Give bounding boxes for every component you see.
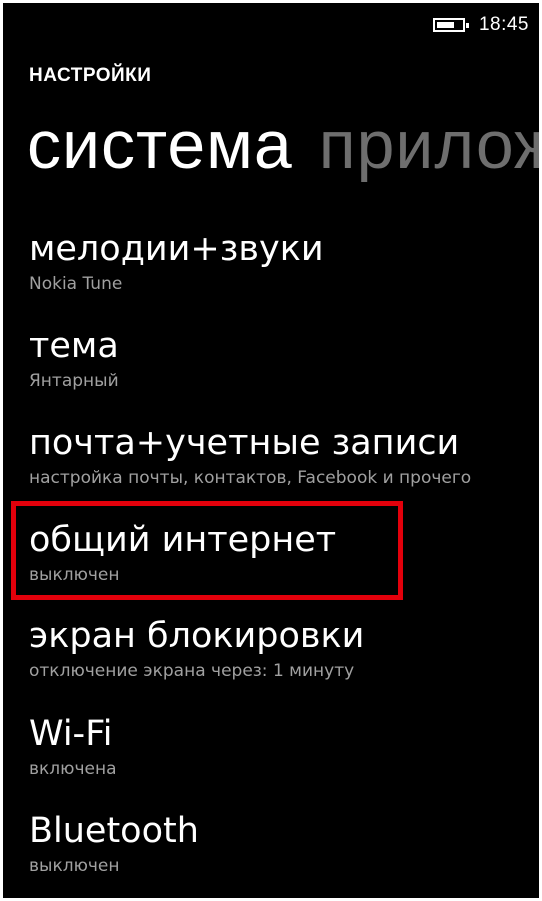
settings-item-ringtones-sounds[interactable]: мелодии+звуки Nokia Tune bbox=[29, 229, 539, 295]
settings-item-subtitle: выключен bbox=[29, 565, 120, 585]
pivot-item-applications[interactable]: прилож bbox=[319, 107, 539, 183]
settings-item-title: экран блокировки bbox=[29, 616, 365, 656]
settings-item-subtitle: настройка почты, контактов, Facebook и п… bbox=[29, 468, 472, 488]
settings-item-wifi[interactable]: Wi-Fi включена bbox=[29, 714, 539, 780]
settings-item-email-accounts[interactable]: почта+учетные записи настройка почты, ко… bbox=[29, 423, 539, 489]
battery-icon bbox=[432, 18, 469, 32]
battery-fill bbox=[436, 22, 454, 28]
settings-item-subtitle: отключение экрана через: 1 минуту bbox=[29, 661, 355, 681]
status-bar: 18:45 bbox=[432, 12, 529, 38]
settings-item-title: почта+учетные записи bbox=[29, 423, 460, 463]
settings-item-theme[interactable]: тема Янтарный bbox=[29, 326, 539, 392]
app-title: НАСТРОЙКИ bbox=[29, 65, 152, 86]
settings-item-subtitle: Nokia Tune bbox=[29, 274, 123, 294]
status-time: 18:45 bbox=[478, 14, 529, 35]
settings-item-title: тема bbox=[29, 326, 119, 366]
phone-screen: 18:45 НАСТРОЙКИ система прилож мелодии+зв… bbox=[3, 3, 539, 898]
battery-tip bbox=[465, 23, 469, 28]
settings-item-lock-screen[interactable]: экран блокировки отключение экрана через… bbox=[29, 616, 539, 682]
settings-item-title: мелодии+звуки bbox=[29, 229, 324, 269]
settings-item-subtitle: Янтарный bbox=[29, 371, 119, 391]
settings-item-subtitle: включена bbox=[29, 759, 117, 779]
settings-item-bluetooth[interactable]: Bluetooth выключен bbox=[29, 811, 539, 877]
settings-item-internet-sharing[interactable]: общий интернет выключен bbox=[29, 520, 539, 586]
pivot-item-system[interactable]: система bbox=[27, 107, 293, 183]
pivot-header: система прилож bbox=[27, 111, 539, 179]
settings-item-title: Bluetooth bbox=[29, 811, 199, 851]
settings-item-title: Wi-Fi bbox=[29, 714, 113, 754]
settings-item-subtitle: выключен bbox=[29, 856, 120, 876]
settings-item-title: общий интернет bbox=[29, 520, 337, 560]
